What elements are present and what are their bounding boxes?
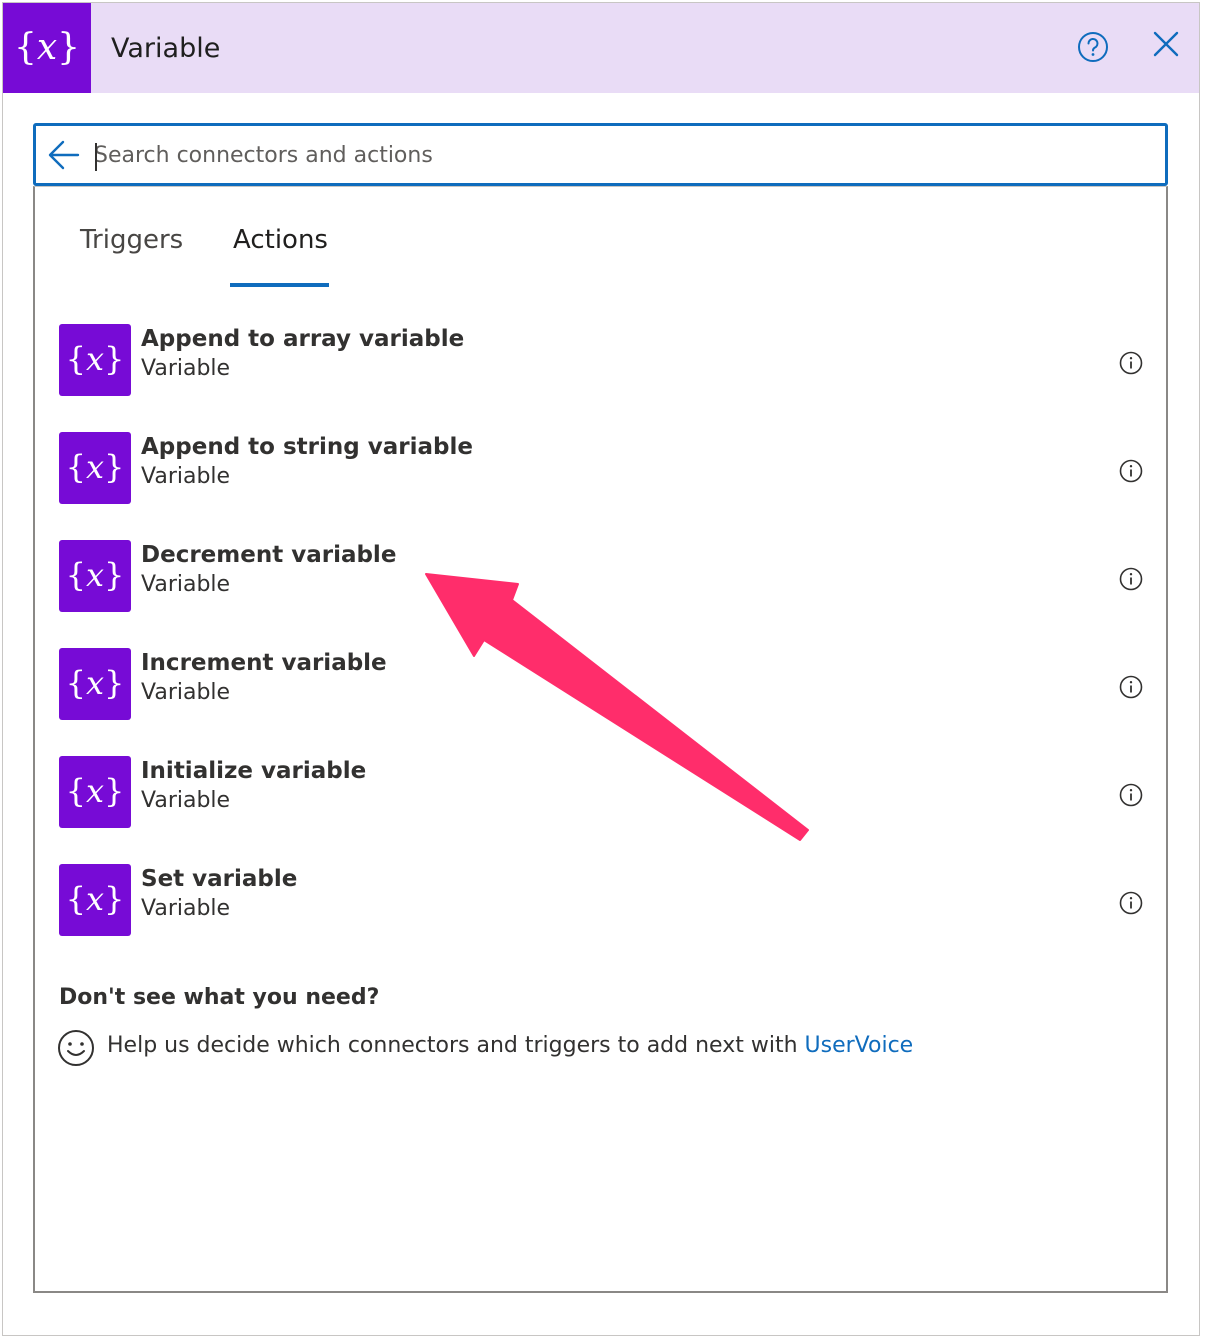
help-button[interactable] [1077, 31, 1109, 63]
variable-connector-icon: {x} [3, 3, 91, 93]
action-connector-name: Variable [141, 680, 231, 705]
action-item-initialize-variable[interactable]: {x} Initialize variable Variable [59, 756, 1149, 830]
action-title: Initialize variable [141, 758, 367, 784]
info-button[interactable] [1119, 783, 1143, 807]
action-title: Set variable [141, 866, 298, 892]
svg-text:{x}: {x} [66, 340, 125, 378]
smiley-icon [58, 1030, 94, 1066]
info-button[interactable] [1119, 891, 1143, 915]
action-connector-name: Variable [141, 572, 231, 597]
selected-tab-indicator [230, 283, 329, 287]
svg-text:{x}: {x} [66, 448, 125, 486]
feedback-text: Help us decide which connectors and trig… [107, 1033, 913, 1058]
action-title: Append to array variable [141, 326, 465, 352]
svg-text:{x}: {x} [15, 27, 79, 68]
variable-icon: {x} [59, 324, 131, 396]
action-item-decrement-variable[interactable]: {x} Decrement variable Variable [59, 540, 1149, 614]
results-pane: Triggers Actions {x} Append to array var… [33, 186, 1168, 1293]
variable-icon: {x} [59, 864, 131, 936]
action-title: Append to string variable [141, 434, 473, 460]
variable-icon: {x} [59, 432, 131, 504]
arrow-left-icon [48, 140, 80, 170]
info-button[interactable] [1119, 351, 1143, 375]
feedback-message: Help us decide which connectors and trig… [107, 1033, 805, 1058]
search-input[interactable] [94, 134, 1154, 176]
search-box [33, 123, 1168, 186]
svg-text:{x}: {x} [66, 556, 125, 594]
close-icon [1153, 31, 1179, 57]
info-button[interactable] [1119, 675, 1143, 699]
text-cursor [95, 143, 97, 171]
action-connector-name: Variable [141, 896, 231, 921]
uservoice-link[interactable]: UserVoice [805, 1033, 914, 1058]
info-button[interactable] [1119, 459, 1143, 483]
feedback-heading: Don't see what you need? [59, 985, 380, 1010]
variable-icon: {x} [59, 540, 131, 612]
action-picker-panel: {x} Variable Triggers Actions [2, 2, 1200, 1336]
info-icon [1119, 567, 1143, 591]
tab-triggers[interactable]: Triggers [80, 225, 183, 255]
variable-icon: {x} [59, 648, 131, 720]
action-connector-name: Variable [141, 464, 231, 489]
connector-header: {x} Variable [3, 3, 1199, 93]
info-icon [1119, 783, 1143, 807]
action-item-set-variable[interactable]: {x} Set variable Variable [59, 864, 1149, 938]
action-connector-name: Variable [141, 788, 231, 813]
action-item-increment-variable[interactable]: {x} Increment variable Variable [59, 648, 1149, 722]
info-icon [1119, 675, 1143, 699]
info-button[interactable] [1119, 567, 1143, 591]
svg-text:{x}: {x} [66, 772, 125, 810]
action-title: Increment variable [141, 650, 387, 676]
help-circle-icon [1078, 32, 1108, 62]
info-icon [1119, 351, 1143, 375]
info-icon [1119, 459, 1143, 483]
action-connector-name: Variable [141, 356, 231, 381]
action-title: Decrement variable [141, 542, 397, 568]
close-button[interactable] [1151, 29, 1181, 59]
action-item-append-to-array-variable[interactable]: {x} Append to array variable Variable [59, 324, 1149, 398]
info-icon [1119, 891, 1143, 915]
back-button[interactable] [46, 138, 82, 172]
svg-text:{x}: {x} [66, 880, 125, 918]
variable-icon: {x} [59, 756, 131, 828]
svg-text:{x}: {x} [66, 664, 125, 702]
connector-title: Variable [111, 33, 221, 64]
tab-actions[interactable]: Actions [233, 225, 328, 255]
action-item-append-to-string-variable[interactable]: {x} Append to string variable Variable [59, 432, 1149, 506]
